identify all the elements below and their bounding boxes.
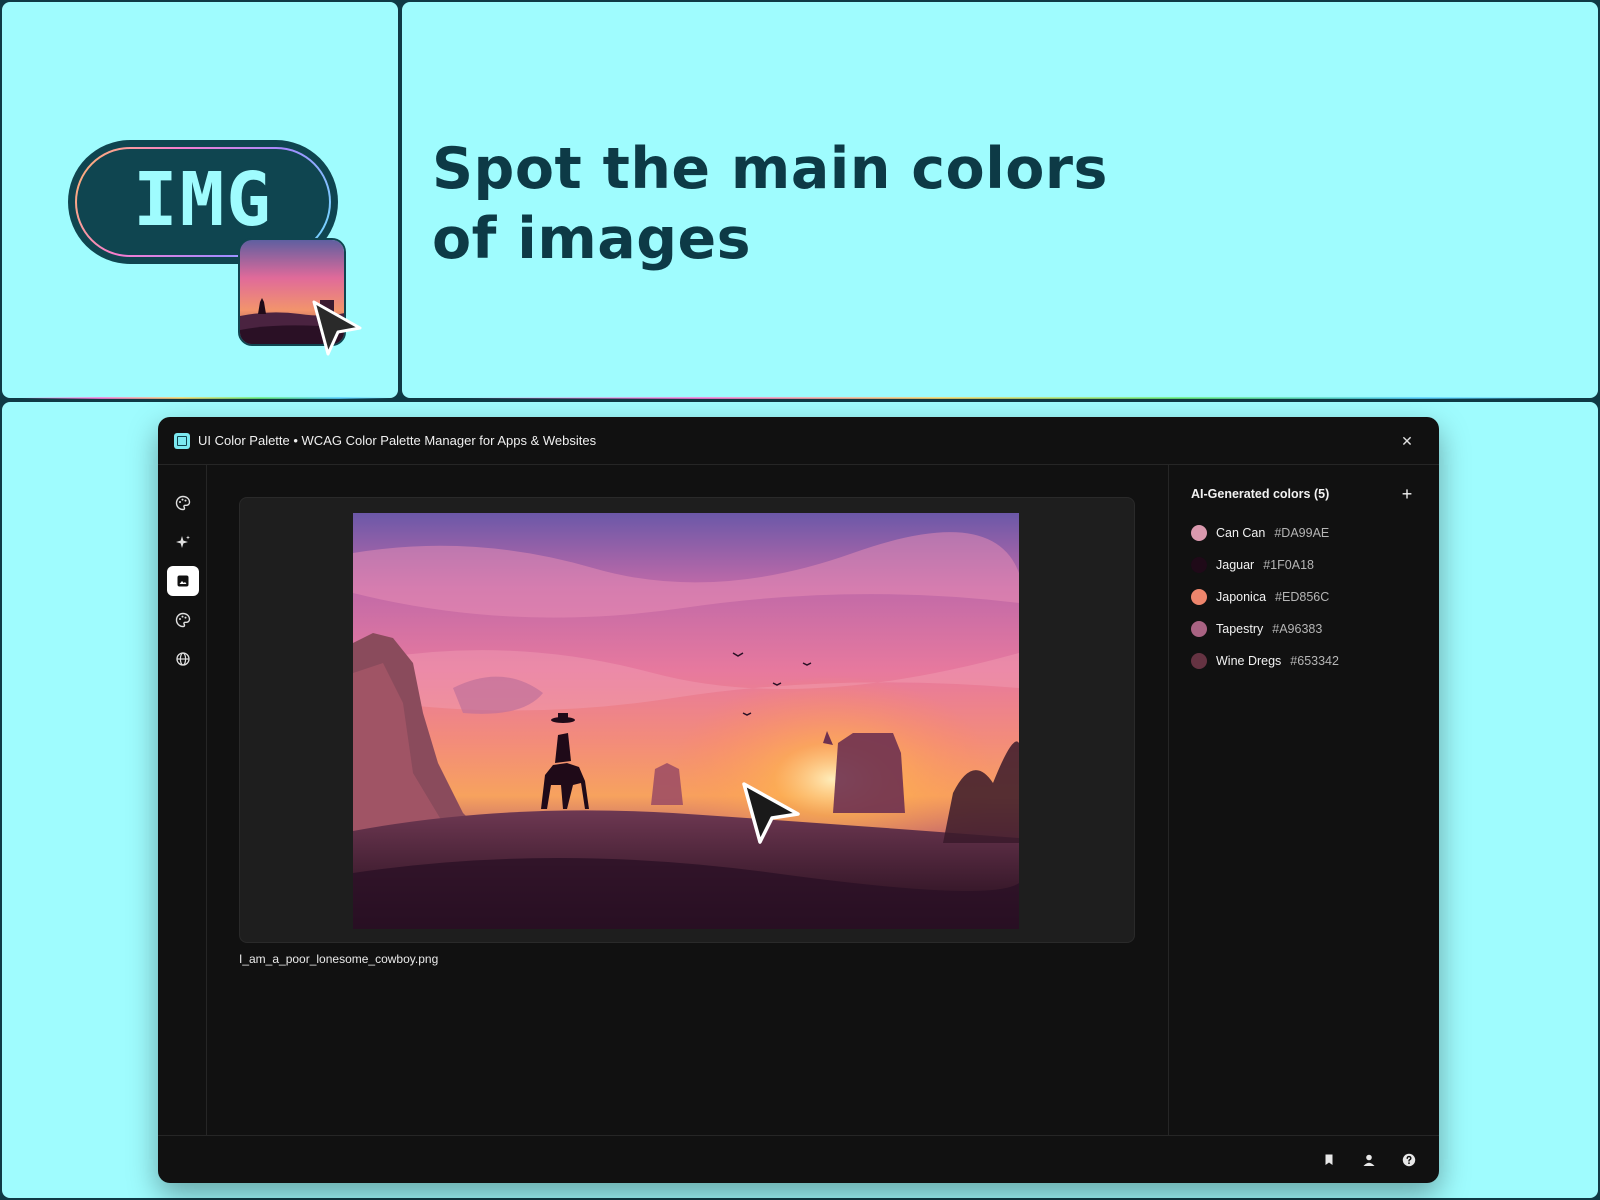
color-name: Jaguar <box>1216 558 1255 572</box>
color-name: Wine Dregs <box>1216 654 1282 668</box>
sidebar-item-image[interactable] <box>167 566 199 596</box>
divider <box>2 397 398 399</box>
sidebar <box>158 465 207 1135</box>
help-button[interactable] <box>1399 1150 1419 1170</box>
logo-panel: IMG <box>2 2 398 399</box>
user-icon <box>1363 1154 1375 1166</box>
color-swatch <box>1191 653 1207 669</box>
sparkle-icon <box>176 535 190 548</box>
color-hex: #DA99AE <box>1274 526 1330 540</box>
app-icon <box>174 432 190 449</box>
colors-panel-title-text: AI-Generated colors <box>1191 487 1311 501</box>
color-swatch <box>1191 525 1207 541</box>
account-button[interactable] <box>1359 1150 1379 1170</box>
color-item[interactable]: Japonica #ED856C <box>1191 581 1417 613</box>
color-hex: #ED856C <box>1275 590 1330 604</box>
color-item[interactable]: Wine Dregs #653342 <box>1191 645 1417 677</box>
bookmark-button[interactable] <box>1319 1150 1339 1170</box>
colors-panel: AI-Generated colors (5) + Can Can #DA99A… <box>1168 465 1439 1135</box>
add-color-button[interactable]: + <box>1397 485 1417 503</box>
color-item[interactable]: Tapestry #A96383 <box>1191 613 1417 645</box>
headline-panel: Spot the main colors of images <box>402 2 1598 399</box>
palette-icon <box>175 495 191 511</box>
cursor-icon <box>312 300 362 356</box>
headline-line-1: Spot the main colors <box>432 136 1108 202</box>
cursor-icon <box>742 782 800 844</box>
file-name: I_am_a_poor_lonesome_cowboy.png <box>239 952 439 966</box>
globe-icon <box>176 652 190 666</box>
img-badge-text: IMG <box>133 157 273 243</box>
headline-line-2: of images <box>432 206 752 272</box>
bookmark-icon <box>1325 1154 1333 1165</box>
color-hex: #A96383 <box>1272 622 1323 636</box>
titlebar: UI Color Palette • WCAG Color Palette Ma… <box>158 417 1439 465</box>
bottom-bar <box>158 1135 1439 1183</box>
color-name: Tapestry <box>1216 622 1264 636</box>
sidebar-item-palette-2[interactable] <box>167 605 199 635</box>
color-hex: #653342 <box>1290 654 1339 668</box>
color-swatch <box>1191 621 1207 637</box>
color-name: Japonica <box>1216 590 1267 604</box>
uploaded-image <box>353 513 1019 929</box>
main-content: I_am_a_poor_lonesome_cowboy.png <box>207 465 1168 1135</box>
palette-icon <box>175 612 191 628</box>
colors-count: (5) <box>1313 487 1330 501</box>
sidebar-item-generate[interactable] <box>167 527 199 557</box>
sidebar-item-palette[interactable] <box>167 488 199 518</box>
colors-panel-title: AI-Generated colors (5) <box>1191 487 1329 501</box>
color-item[interactable]: Jaguar #1F0A18 <box>1191 549 1417 581</box>
help-icon <box>1402 1153 1416 1167</box>
close-icon: ✕ <box>1401 432 1413 449</box>
color-item[interactable]: Can Can #DA99AE <box>1191 517 1417 549</box>
image-preview-frame <box>239 497 1135 943</box>
headline: Spot the main colors of images <box>432 134 1108 274</box>
sidebar-item-web[interactable] <box>167 644 199 674</box>
image-icon <box>177 575 189 587</box>
divider <box>402 397 1598 399</box>
color-swatch <box>1191 557 1207 573</box>
window-title: UI Color Palette • WCAG Color Palette Ma… <box>198 433 597 448</box>
close-button[interactable]: ✕ <box>1397 431 1417 451</box>
color-hex: #1F0A18 <box>1263 558 1314 572</box>
color-swatch <box>1191 589 1207 605</box>
color-name: Can Can <box>1216 526 1266 540</box>
